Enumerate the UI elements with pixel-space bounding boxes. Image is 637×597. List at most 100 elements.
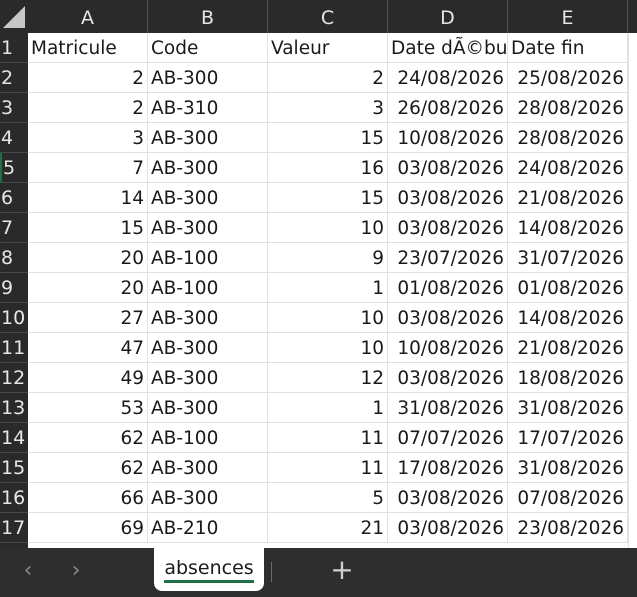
column-header-d[interactable]: D [388,0,508,33]
cell-matricule[interactable]: 2 [28,63,148,93]
cell-valeur[interactable]: 5 [268,483,388,513]
row-header-8[interactable]: 8 [0,243,28,273]
cell-valeur[interactable]: 2 [268,63,388,93]
cell-matricule[interactable]: 15 [28,213,148,243]
cell-date-fin[interactable]: 28/08/2026 [508,123,628,153]
cell-matricule[interactable]: 69 [28,513,148,543]
cell-code[interactable]: AB-210 [148,513,268,543]
cell-date-fin[interactable]: 01/08/2026 [508,273,628,303]
cell-date-debut[interactable]: 03/08/2026 [388,183,508,213]
cell-code[interactable]: AB-300 [148,483,268,513]
cell-header[interactable]: Valeur [268,33,388,63]
cell-date-debut[interactable]: 10/08/2026 [388,333,508,363]
column-header-c[interactable]: C [268,0,388,33]
cell-header[interactable]: Date dÃ©but [388,33,508,63]
cell-valeur[interactable]: 10 [268,303,388,333]
cell-code[interactable]: AB-300 [148,363,268,393]
row-header-3[interactable]: 3 [0,93,28,123]
cell-code[interactable]: AB-100 [148,273,268,303]
row-header-16[interactable]: 16 [0,483,28,513]
cell-date-fin[interactable]: 31/07/2026 [508,243,628,273]
cell-date-debut[interactable]: 03/08/2026 [388,483,508,513]
cell-valeur[interactable]: 9 [268,243,388,273]
column-header-e[interactable]: E [508,0,628,33]
cell-date-debut[interactable]: 17/08/2026 [388,453,508,483]
cell-date-fin[interactable]: 31/08/2026 [508,393,628,423]
cell-date-debut[interactable]: 23/07/2026 [388,243,508,273]
cell-date-debut[interactable]: 26/08/2026 [388,93,508,123]
cell-date-fin[interactable]: 21/08/2026 [508,183,628,213]
cell-date-fin[interactable]: 07/08/2026 [508,483,628,513]
row-header-6[interactable]: 6 [0,183,28,213]
cell-matricule[interactable]: 49 [28,363,148,393]
cell-matricule[interactable]: 47 [28,333,148,363]
select-all-button[interactable] [0,0,28,33]
row-header-4[interactable]: 4 [0,123,28,153]
cell-date-debut[interactable]: 03/08/2026 [388,153,508,183]
cell-code[interactable]: AB-300 [148,123,268,153]
row-header-7[interactable]: 7 [0,213,28,243]
cell-matricule[interactable]: 20 [28,273,148,303]
row-header-12[interactable]: 12 [0,363,28,393]
cell-date-debut[interactable]: 10/08/2026 [388,123,508,153]
row-header-1[interactable]: 1 [0,33,28,63]
cell-valeur[interactable]: 15 [268,183,388,213]
cell-code[interactable]: AB-300 [148,153,268,183]
row-header-11[interactable]: 11 [0,333,28,363]
add-sheet-button[interactable]: + [328,556,356,586]
prev-sheet-button[interactable]: ‹ [14,558,42,586]
cell-matricule[interactable]: 2 [28,93,148,123]
cell-date-fin[interactable]: 24/08/2026 [508,153,628,183]
cell-date-fin[interactable]: 17/07/2026 [508,423,628,453]
cell-date-debut[interactable]: 03/08/2026 [388,363,508,393]
cell-code[interactable]: AB-310 [148,93,268,123]
cell-matricule[interactable]: 62 [28,423,148,453]
cell-valeur[interactable]: 15 [268,123,388,153]
cell-header[interactable]: Matricule [28,33,148,63]
cell-date-debut[interactable]: 24/08/2026 [388,63,508,93]
cell-valeur[interactable]: 11 [268,453,388,483]
cell-code[interactable]: AB-300 [148,213,268,243]
cell-code[interactable]: AB-300 [148,63,268,93]
cell-header[interactable]: Code [148,33,268,63]
sheet-tab-absences[interactable]: absences [154,548,264,591]
row-header-14[interactable]: 14 [0,423,28,453]
cell-date-debut[interactable]: 03/08/2026 [388,303,508,333]
next-sheet-button[interactable]: › [62,558,90,586]
cell-valeur[interactable]: 10 [268,333,388,363]
cell-valeur[interactable]: 21 [268,513,388,543]
cell-date-debut[interactable]: 01/08/2026 [388,273,508,303]
row-header-10[interactable]: 10 [0,303,28,333]
cell-matricule[interactable]: 66 [28,483,148,513]
cell-valeur[interactable]: 3 [268,93,388,123]
row-header-5[interactable]: 5 [0,153,28,183]
cell-date-debut[interactable]: 31/08/2026 [388,393,508,423]
cell-valeur[interactable]: 12 [268,363,388,393]
cell-date-fin[interactable]: 25/08/2026 [508,63,628,93]
cell-date-fin[interactable]: 14/08/2026 [508,303,628,333]
cell-code[interactable]: AB-300 [148,333,268,363]
cell-matricule[interactable]: 62 [28,453,148,483]
cell-date-fin[interactable]: 28/08/2026 [508,93,628,123]
cell-matricule[interactable]: 27 [28,303,148,333]
cell-valeur[interactable]: 10 [268,213,388,243]
cell-code[interactable]: AB-300 [148,183,268,213]
cell-date-fin[interactable]: 21/08/2026 [508,333,628,363]
cell-date-fin[interactable]: 18/08/2026 [508,363,628,393]
cell-code[interactable]: AB-300 [148,393,268,423]
cell-code[interactable]: AB-300 [148,453,268,483]
row-header-9[interactable]: 9 [0,273,28,303]
cell-matricule[interactable]: 14 [28,183,148,213]
cell-date-fin[interactable]: 31/08/2026 [508,453,628,483]
row-header-17[interactable]: 17 [0,513,28,543]
cell-matricule[interactable]: 20 [28,243,148,273]
cell-date-debut[interactable]: 03/08/2026 [388,513,508,543]
cell-code[interactable]: AB-100 [148,243,268,273]
cell-code[interactable]: AB-100 [148,423,268,453]
cell-valeur[interactable]: 1 [268,273,388,303]
cell-valeur[interactable]: 16 [268,153,388,183]
cell-matricule[interactable]: 53 [28,393,148,423]
column-header-b[interactable]: B [148,0,268,33]
cell-date-fin[interactable]: 23/08/2026 [508,513,628,543]
row-header-13[interactable]: 13 [0,393,28,423]
